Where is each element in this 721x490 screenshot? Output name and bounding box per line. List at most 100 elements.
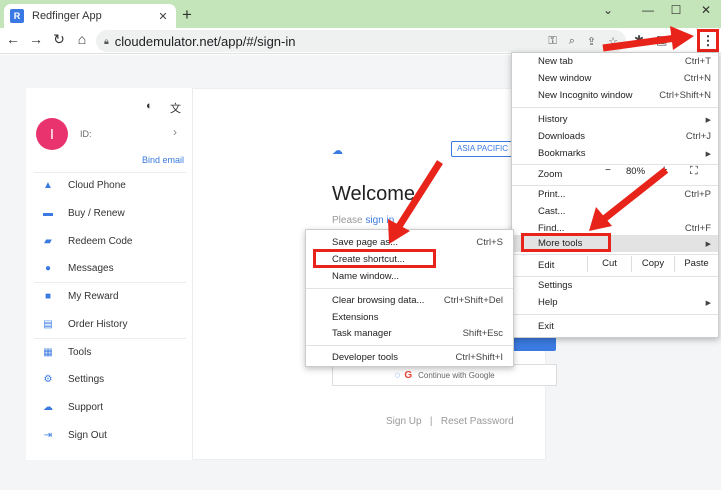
sidebar-item-messages[interactable]: ● Messages [26,256,193,280]
sign-up-link[interactable]: Sign Up [386,416,422,427]
sidebar-item-redeem-code[interactable]: ▰ Redeem Code [26,229,193,253]
bind-email-link[interactable]: Bind email [142,155,184,165]
sidebar-item-label: Tools [68,346,92,358]
profile-avatar-icon[interactable]: ● [678,33,685,47]
menu-item-label: New window [538,73,592,84]
menu-item-label: Bookmarks [538,148,586,159]
menu-item-cast[interactable]: Cast... [512,203,718,220]
menu-item-new-window[interactable]: New window Ctrl+N [512,70,718,87]
menu-item-label: History [538,114,568,125]
address-bar[interactable]: 🔒︎ cloudemulator.net/app/#/sign-in ⚿ ⌕ ⇪… [96,30,626,52]
menu-item-shortcut: Ctrl+Shift+I [455,352,503,363]
menu-item-label: Help [538,297,558,308]
reload-icon[interactable]: ↻ [50,31,68,48]
message-icon: ● [44,262,52,274]
new-tab-icon[interactable]: + [182,5,192,25]
menu-item-settings[interactable]: Settings [512,277,718,294]
theme-toggle-icon[interactable]: ◐ [146,100,153,112]
home-icon[interactable]: ⌂ [73,31,91,47]
menu-item-developer-tools[interactable]: Developer tools Ctrl+Shift+I [306,349,513,366]
copy-button[interactable]: Copy [631,256,674,272]
gift-icon: ■ [44,290,52,302]
three-dots-icon: ⋮ [701,32,715,48]
side-panel-icon[interactable]: ▣ [656,33,667,47]
zoom-in-button[interactable]: + [661,164,667,176]
menu-item-new-incognito-window[interactable]: New Incognito window Ctrl+Shift+N [512,87,718,104]
menu-item-label: Developer tools [332,352,399,363]
menu-divider [306,345,513,346]
cut-button[interactable]: Cut [587,256,631,272]
zoom-icon[interactable]: ⌕ [569,35,575,48]
chevron-right-icon[interactable]: › [173,125,177,139]
lock-icon: 🔒︎ [104,35,109,46]
menu-item-exit[interactable]: Exit [512,318,718,335]
sign-in-prompt: Please sign in [332,215,394,226]
menu-item-new-tab[interactable]: New tab Ctrl+T [512,53,718,70]
zoom-out-button[interactable]: − [605,165,611,176]
gear-icon: ⚙ [43,373,53,385]
divider [34,338,186,339]
chrome-menu-button[interactable]: ⋮ [697,29,719,52]
menu-item-label: Print... [538,189,566,200]
cloud-phone-icon: ▲ [43,179,53,191]
user-id: ID: [80,129,92,139]
minimize-icon[interactable]: — [639,3,657,17]
more-tools-highlight-box [521,233,611,252]
menu-item-help[interactable]: Help ▶ [512,294,718,311]
avatar[interactable]: I [36,118,68,150]
brand-logo-icon: ☁ [332,145,343,157]
paste-button[interactable]: Paste [674,256,718,272]
menu-item-task-manager[interactable]: Task manager Shift+Esc [306,325,513,342]
google-sign-in-button[interactable]: ◌ G Continue with Google [332,364,557,386]
sidebar-item-order-history[interactable]: ▤ Order History [26,312,193,336]
region-selector[interactable]: ASIA PACIFIC [451,141,514,157]
menu-item-clear-browsing-data[interactable]: Clear browsing data... Ctrl+Shift+Del [306,292,513,309]
sidebar-item-tools[interactable]: ▦ Tools [26,340,193,364]
menu-item-shortcut: Ctrl+P [684,189,711,200]
sidebar-item-settings[interactable]: ⚙ Settings [26,367,193,391]
menu-item-label: Exit [538,321,554,332]
sidebar-item-support[interactable]: ☁ Support [26,395,193,419]
sidebar-item-my-reward[interactable]: ■ My Reward [26,284,193,308]
sidebar-item-label: Sign Out [68,429,107,441]
sidebar-item-sign-out[interactable]: ⇥ Sign Out [26,423,193,447]
sidebar-item-buy-renew[interactable]: ▬ Buy / Renew [26,201,193,225]
menu-item-label: Zoom [538,169,563,180]
menu-item-label: Task manager [332,328,392,339]
fullscreen-icon[interactable]: ⛶ [690,165,698,178]
tab-title: Redfinger App [32,10,102,22]
submenu-arrow-icon: ▶ [705,240,711,248]
menu-item-shortcut: Ctrl+J [685,131,711,142]
share-icon[interactable]: ⇪ [587,35,596,48]
maximize-icon[interactable]: ☐ [667,3,685,17]
menu-item-bookmarks[interactable]: Bookmarks ▶ [512,145,718,162]
url-text: cloudemulator.net/app/#/sign-in [114,33,296,49]
back-icon[interactable]: ← [4,31,22,47]
key-icon[interactable]: ⚿ [548,35,556,48]
close-window-icon[interactable]: ✕ [697,3,715,17]
menu-divider [512,164,718,165]
zoom-level: 80% [626,166,646,177]
language-icon[interactable]: 文 [170,100,181,116]
menu-item-history[interactable]: History ▶ [512,111,718,128]
close-tab-icon[interactable]: ✕ [156,10,170,23]
reset-password-link[interactable]: Reset Password [441,416,514,427]
forward-icon[interactable]: → [27,31,45,47]
sidebar-item-cloud-phone[interactable]: ▲ Cloud Phone [26,173,193,197]
menu-item-label: Downloads [538,131,585,142]
sidebar-item-label: Settings [68,373,105,385]
tab-search-chevron-icon[interactable]: ⌄ [599,3,617,17]
menu-item-print[interactable]: Print... Ctrl+P [512,186,718,203]
menu-item-name-window[interactable]: Name window... [306,268,513,285]
menu-item-label: Clear browsing data... [332,295,425,306]
menu-item-shortcut: Shift+Esc [462,328,503,339]
menu-item-downloads[interactable]: Downloads Ctrl+J [512,128,718,145]
extensions-puzzle-icon[interactable]: ✱ [634,33,644,47]
menu-item-extensions[interactable]: Extensions [306,309,513,326]
sign-out-icon: ⇥ [43,429,53,441]
sign-in-button[interactable] [514,337,556,351]
sign-in-link[interactable]: sign in [365,215,394,226]
bookmark-star-icon[interactable]: ☆ [608,35,618,48]
browser-tab[interactable]: R Redfinger App ✕ [4,4,176,28]
sidebar-item-label: Cloud Phone [68,179,126,191]
